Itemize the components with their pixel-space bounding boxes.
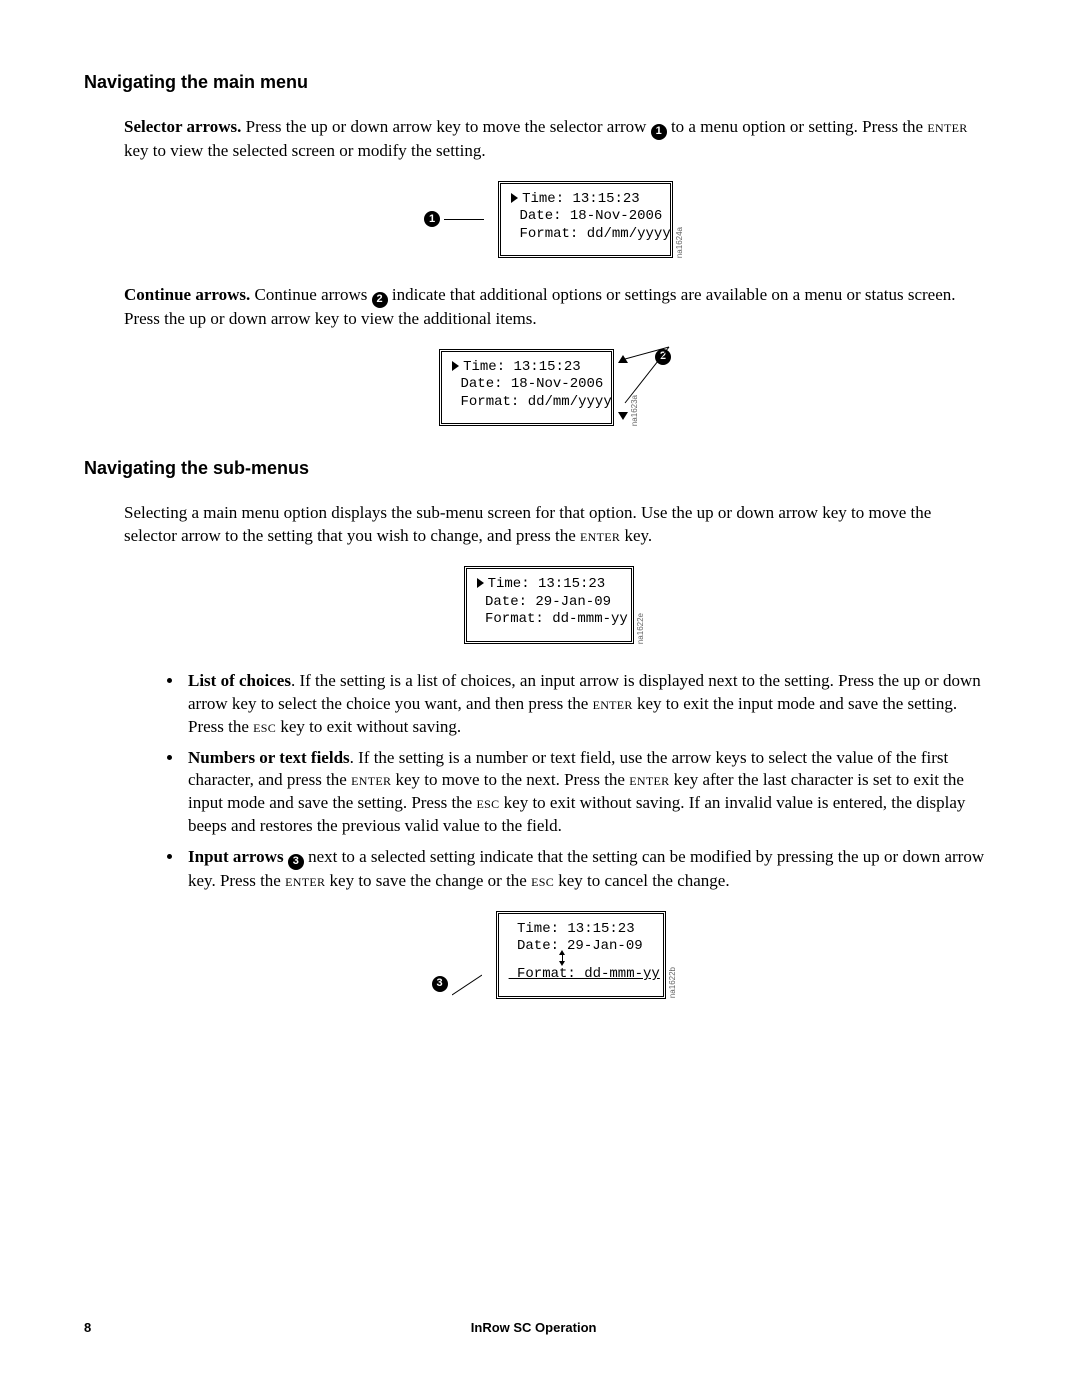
lcd-screen-2: Time: 13:15:23 Date: 18-Nov-2006 Format:… (439, 349, 614, 427)
leader-line (444, 219, 484, 220)
key-enter: enter (285, 871, 325, 890)
bullet-list: List of choices. If the setting is a lis… (124, 670, 986, 893)
key-esc: esc (253, 717, 276, 736)
continue-arrows-icon (618, 349, 628, 427)
heading-main-menu: Navigating the main menu (84, 70, 996, 94)
callout-2: 2 (655, 349, 671, 365)
key-enter: enter (593, 694, 633, 713)
figure-code-2: na1623a (630, 391, 641, 426)
key-enter: enter (351, 770, 391, 789)
figure-1: 1 Time: 13:15:23 Date: 18-Nov-2006 Forma… (124, 181, 986, 259)
lcd-screen-1: Time: 13:15:23 Date: 18-Nov-2006 Format:… (498, 181, 673, 259)
figure-2: Time: 13:15:23 Date: 18-Nov-2006 Format:… (124, 349, 986, 427)
figure-code-4: na1622b (668, 963, 679, 998)
figure-4: 3 Time: 13:15:23 Date:29-Jan-09 Format: … (124, 911, 986, 999)
selector-arrow-icon (452, 361, 459, 371)
selector-arrow-icon (511, 193, 518, 203)
lead-selector: Selector arrows. (124, 117, 241, 136)
selector-arrow-icon (477, 578, 484, 588)
key-enter: enter (927, 117, 967, 136)
callout-2-inline: 2 (372, 292, 388, 308)
figure-code-3: na1622e (636, 609, 647, 644)
para-selector-arrows: Selector arrows. Press the up or down ar… (124, 116, 986, 162)
bullet-list-of-choices: List of choices. If the setting is a lis… (184, 670, 986, 739)
figure-3: Time: 13:15:23 Date: 29-Jan-09 Format: d… (124, 566, 986, 644)
leader-line-3 (452, 969, 482, 999)
para-submenu-intro: Selecting a main menu option displays th… (124, 502, 986, 548)
lcd-screen-4: Time: 13:15:23 Date:29-Jan-09 Format: dd… (496, 911, 666, 999)
callout-3-inline: 3 (288, 854, 304, 870)
key-esc: esc (476, 793, 499, 812)
page-number: 8 (84, 1319, 91, 1337)
callout-1: 1 (424, 211, 440, 227)
key-enter: enter (629, 770, 669, 789)
heading-sub-menus: Navigating the sub-menus (84, 456, 996, 480)
footer-title: InRow SC Operation (91, 1319, 976, 1337)
lead-continue: Continue arrows. (124, 285, 250, 304)
lcd-screen-3: Time: 13:15:23 Date: 29-Jan-09 Format: d… (464, 566, 634, 644)
input-arrow-icon (559, 950, 565, 966)
bullet-input-arrows: Input arrows 3 next to a selected settin… (184, 846, 986, 892)
callout-1-inline: 1 (651, 124, 667, 140)
para-continue-arrows: Continue arrows. Continue arrows 2 indic… (124, 284, 986, 330)
key-esc: esc (531, 871, 554, 890)
figure-code-1: na1624a (675, 223, 686, 258)
bullet-numbers-text: Numbers or text fields. If the setting i… (184, 747, 986, 839)
page-footer: 8 InRow SC Operation (84, 1319, 996, 1337)
key-enter: enter (580, 526, 620, 545)
callout-3: 3 (432, 976, 448, 992)
